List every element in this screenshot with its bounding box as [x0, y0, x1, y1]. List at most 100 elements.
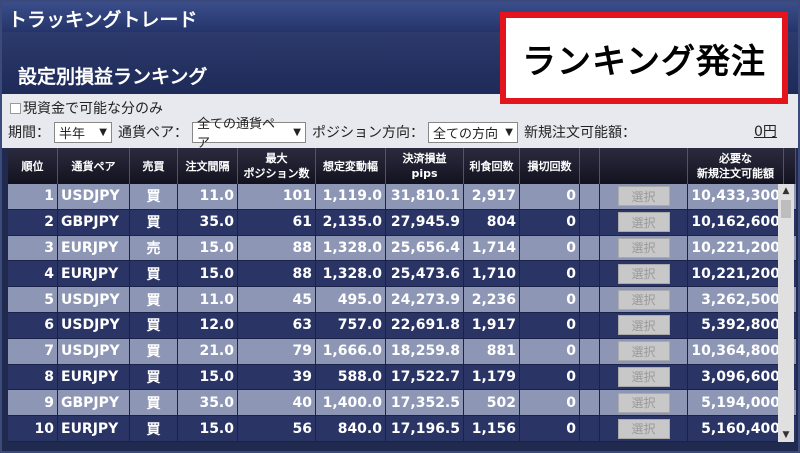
cell-loss-count: 0	[520, 338, 580, 364]
header-profit-count: 利食回数	[464, 148, 520, 184]
currency-select[interactable]: 全ての通貨ペア ▼	[192, 117, 306, 151]
cell-interval: 15.0	[178, 416, 238, 441]
cell-profit-count: 804	[464, 209, 520, 235]
cell-interval: 15.0	[178, 364, 238, 390]
header-required-line2: 新規注文可能額	[697, 167, 774, 180]
cell-select: 選択	[600, 209, 688, 235]
cell-required-amount: 10,433,300	[688, 184, 784, 209]
cell-pair: EURJPY	[58, 261, 130, 287]
cell-spacer	[580, 235, 600, 261]
cell-pnl-pips: 31,810.1	[386, 184, 464, 209]
cell-profit-count: 881	[464, 338, 520, 364]
cell-range: 1,328.0	[316, 235, 386, 261]
cell-interval: 15.0	[178, 261, 238, 287]
header-required: 必要な 新規注文可能額	[688, 148, 784, 184]
select-button[interactable]: 選択	[617, 418, 670, 439]
select-button[interactable]: 選択	[617, 263, 670, 284]
cell-pnl-pips: 18,259.8	[386, 338, 464, 364]
direction-value: 全ての方向	[433, 126, 499, 142]
cell-range: 1,400.0	[316, 390, 386, 416]
cell-pnl-pips: 25,473.6	[386, 261, 464, 287]
cell-profit-count: 1,179	[464, 364, 520, 390]
table-scrollbar[interactable]: ▲ ▼	[778, 184, 794, 442]
cell-rank: 9	[8, 390, 58, 416]
cell-range: 588.0	[316, 364, 386, 390]
header-rank: 順位	[8, 148, 58, 184]
table-row: 3 EURJPY 売 15.0 88 1,328.0 25,656.4 1,714 0 選択 10,…	[8, 235, 796, 262]
chevron-down-icon: ▼	[505, 126, 513, 138]
table-row: 1 USDJPY 買 11.0 101 1,119.0 31,810.1 2,917 0 選択 10…	[8, 184, 796, 210]
scroll-down-icon[interactable]: ▼	[778, 428, 794, 442]
cell-rank: 7	[8, 338, 58, 364]
header-scroll-gap	[784, 148, 796, 184]
select-button[interactable]: 選択	[617, 366, 670, 387]
table-row: 10 EURJPY 買 15.0 56 840.0 17,196.5 1,156 0 選択 5,16…	[8, 416, 796, 442]
scroll-up-icon[interactable]: ▲	[778, 184, 794, 198]
cell-rank: 5	[8, 287, 58, 312]
cell-interval: 15.0	[178, 235, 238, 261]
select-button[interactable]: 選択	[617, 212, 670, 233]
period-select[interactable]: 半年 ▼	[54, 121, 112, 143]
cell-select: 選択	[600, 312, 688, 338]
order-amount-label: 新規注文可能額：	[524, 125, 636, 141]
cell-side: 買	[130, 416, 178, 441]
cell-rank: 2	[8, 209, 58, 235]
cell-side: 買	[130, 287, 178, 312]
select-button[interactable]: 選択	[617, 237, 670, 258]
select-button[interactable]: 選択	[617, 289, 670, 310]
cell-pnl-pips: 17,196.5	[386, 416, 464, 441]
cell-spacer	[580, 364, 600, 390]
period-value: 半年	[59, 126, 86, 142]
cell-side: 買	[130, 209, 178, 235]
header-max-positions: 最大 ポジション数	[238, 148, 316, 184]
cell-profit-count: 1,714	[464, 235, 520, 261]
cell-max-positions: 63	[238, 312, 316, 338]
period-label: 期間：	[8, 125, 50, 141]
cell-select: 選択	[600, 338, 688, 364]
cell-loss-count: 0	[520, 287, 580, 312]
cell-side: 買	[130, 312, 178, 338]
cell-max-positions: 45	[238, 287, 316, 312]
header-range: 想定変動幅	[316, 148, 386, 184]
select-button[interactable]: 選択	[617, 341, 670, 362]
cell-max-positions: 88	[238, 235, 316, 261]
cell-side: 買	[130, 338, 178, 364]
cash-only-checkbox[interactable]	[10, 102, 21, 114]
cell-spacer	[580, 338, 600, 364]
header-pnl: 決済損益 pips	[386, 148, 464, 184]
select-button[interactable]: 選択	[617, 315, 670, 336]
cell-pair: GBPJPY	[58, 209, 130, 235]
cell-spacer	[580, 209, 600, 235]
cash-only-option[interactable]: 現資金で可能な分のみ	[10, 98, 163, 118]
header-pnl-line1: 決済損益	[402, 152, 447, 165]
cell-required-amount: 10,364,800	[688, 338, 784, 364]
header-pnl-line2: pips	[411, 167, 438, 180]
direction-select[interactable]: 全ての方向 ▼	[428, 121, 518, 143]
order-amount-value: 0円	[754, 124, 777, 140]
cell-range: 1,666.0	[316, 338, 386, 364]
scroll-thumb[interactable]	[781, 200, 791, 218]
cell-select: 選択	[600, 390, 688, 416]
page-title: 設定別損益ランキング	[18, 66, 208, 88]
cell-profit-count: 2,236	[464, 287, 520, 312]
cell-spacer	[580, 416, 600, 441]
callout-text: ランキング発注	[522, 41, 766, 82]
cell-profit-count: 2,917	[464, 184, 520, 209]
header-interval: 注文間隔	[178, 148, 238, 184]
table-body: 1 USDJPY 買 11.0 101 1,119.0 31,810.1 2,917 0 選択 10…	[8, 184, 796, 442]
cell-pair: USDJPY	[58, 287, 130, 312]
cell-spacer	[580, 390, 600, 416]
select-button[interactable]: 選択	[617, 392, 670, 413]
cell-rank: 3	[8, 235, 58, 261]
cell-rank: 10	[8, 416, 58, 441]
cell-range: 2,135.0	[316, 209, 386, 235]
cell-side: 売	[130, 235, 178, 261]
cell-profit-count: 1,710	[464, 261, 520, 287]
select-button[interactable]: 選択	[617, 186, 670, 207]
cell-loss-count: 0	[520, 390, 580, 416]
chevron-down-icon: ▼	[293, 126, 301, 138]
cash-only-label: 現資金で可能な分のみ	[23, 101, 163, 117]
app-window: トラッキングトレード 設定別損益ランキング ランキング発注 現資金で可能な分のみ…	[0, 0, 800, 453]
cell-max-positions: 56	[238, 416, 316, 441]
cell-pnl-pips: 17,352.5	[386, 390, 464, 416]
